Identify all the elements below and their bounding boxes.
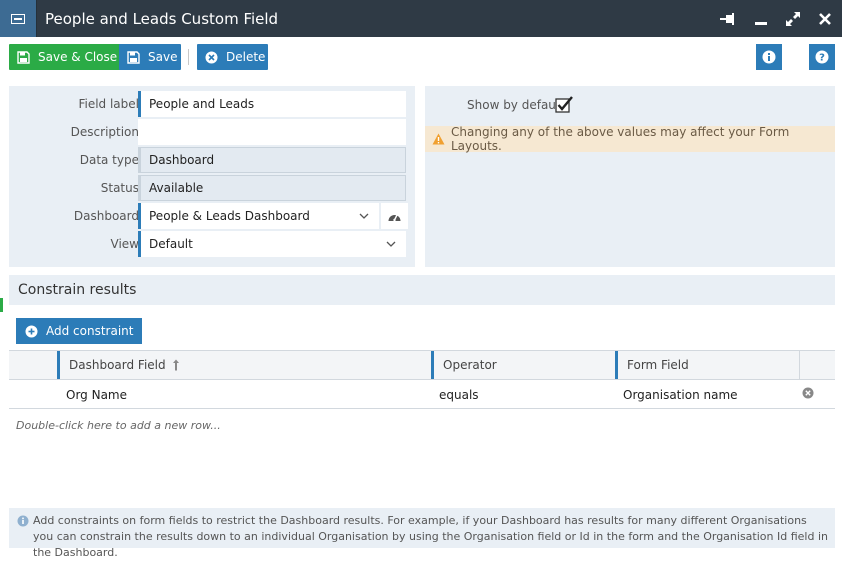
column-label: Dashboard Field [69,358,166,372]
row-handle-header [9,351,57,379]
save-close-label: Save & Close [38,50,118,64]
column-label: Form Field [627,358,689,372]
save-button[interactable]: Save [119,44,181,70]
warning-text: Changing any of the above values may aff… [451,125,790,153]
save-close-button[interactable]: Save & Close [9,44,126,70]
new-row-hint[interactable]: Double-click here to add a new row... [16,419,221,432]
actions-header [799,351,835,379]
info-text: Add constraints on form fields to restri… [33,514,828,559]
table-row[interactable]: Org Name equals Organisation name [9,381,835,409]
save-icon [127,50,140,64]
save-icon [17,50,30,64]
show-by-default-checkbox[interactable] [555,95,574,116]
field-label-label: Field label [78,97,139,111]
dashboard-label: Dashboard [73,209,139,223]
remove-row-icon[interactable] [802,387,814,402]
column-label: Operator [443,358,497,372]
checkbox-checked-icon [555,96,573,113]
delete-label: Delete [226,50,266,64]
view-select-value: Default [149,237,193,251]
dashboard-select-value: People & Leads Dashboard [149,209,310,223]
field-properties-panel: Field label People and Leads Description… [9,86,415,267]
show-by-default-label: Show by default [467,98,564,112]
add-constraint-label: Add constraint [46,324,134,338]
column-header-form-field[interactable]: Form Field [615,351,799,379]
dashboard-select[interactable]: People & Leads Dashboard [138,203,379,229]
pin-icon[interactable] [720,10,738,28]
delete-icon [205,51,218,64]
column-header-dashboard-field[interactable]: Dashboard Field [57,351,431,379]
view-label: View [110,237,139,251]
save-label: Save [148,50,178,64]
field-label-input[interactable]: People and Leads [138,91,406,117]
gauge-icon [388,214,401,221]
status-label: Status [100,181,139,195]
column-header-operator[interactable]: Operator [431,351,615,379]
info-icon [17,515,29,532]
cell-form-field: Organisation name [623,388,738,402]
toolbar-divider [188,49,189,65]
plus-circle-icon [25,325,38,338]
view-select[interactable]: Default [138,231,406,257]
data-type-field: Dashboard [138,147,406,173]
display-options-panel [425,86,835,267]
help-button[interactable]: ? [809,44,835,70]
window-icon[interactable] [0,0,37,37]
status-field: Available [138,175,406,201]
sort-ascending-icon [172,359,180,371]
description-label: Description [70,125,139,139]
data-type-label: Data type [79,153,139,167]
dashboard-open-button[interactable] [381,203,408,229]
help-icon: ? [815,50,829,64]
cell-operator: equals [439,388,479,402]
add-constraint-button[interactable]: Add constraint [16,318,143,344]
description-input[interactable] [138,119,406,145]
side-tab-marker [0,298,3,312]
info-footer: Add constraints on form fields to restri… [9,508,835,559]
chevron-down-icon [386,238,396,252]
svg-text:?: ? [819,53,825,64]
maximize-icon[interactable] [784,10,802,28]
constrain-results-header: Constrain results [9,275,835,305]
info-icon [762,50,776,64]
constraints-grid-header: Dashboard Field Operator Form Field [9,350,835,380]
delete-button[interactable]: Delete [197,44,268,70]
info-button[interactable] [756,44,782,70]
window-titlebar: People and Leads Custom Field [0,0,842,37]
window-title: People and Leads Custom Field [45,9,279,28]
cell-dashboard-field: Org Name [66,388,128,402]
warning-icon [432,133,445,145]
close-icon[interactable] [816,10,834,28]
minimize-icon[interactable] [752,10,770,28]
chevron-down-icon [359,210,369,224]
layout-warning: Changing any of the above values may aff… [425,125,835,153]
section-title: Constrain results [18,282,137,298]
